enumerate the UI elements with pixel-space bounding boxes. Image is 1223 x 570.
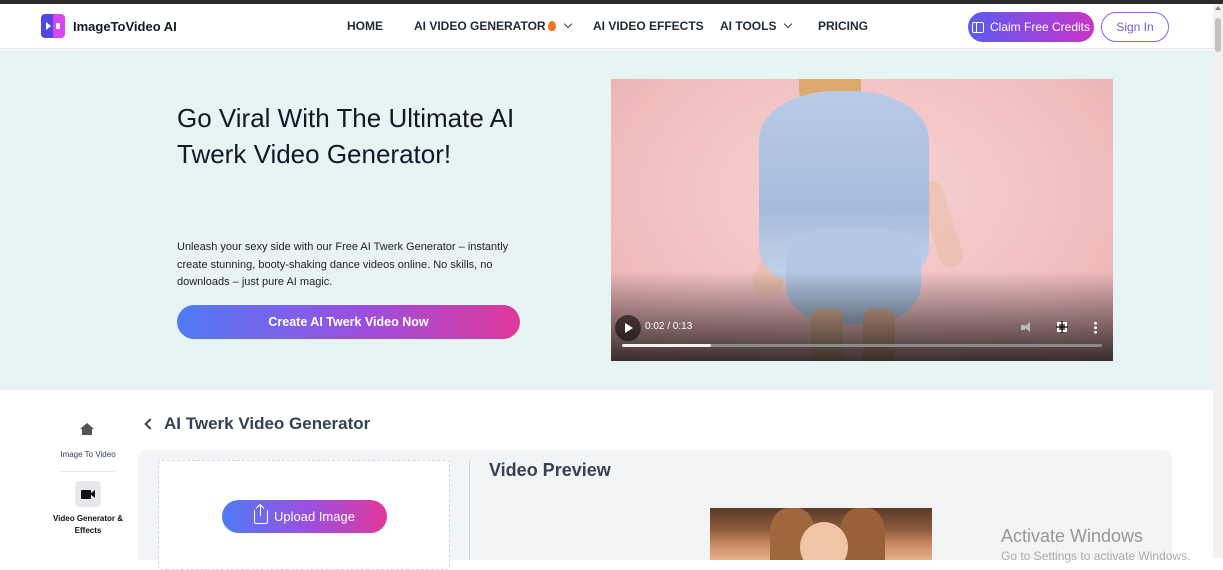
chevron-left-icon[interactable] <box>144 418 156 430</box>
nav-home[interactable]: HOME <box>347 19 383 33</box>
sidebar-divider <box>59 471 115 472</box>
nav-ai-tools[interactable]: AI TOOLS <box>720 19 793 33</box>
windows-activation-watermark: Activate Windows <box>1001 526 1144 546</box>
sidebar-item-video-generator-effects[interactable]: Video Generator & Effects <box>50 477 126 537</box>
hero-video-player[interactable]: 0:02 / 0:13 <box>611 79 1113 361</box>
scrollbar-thumb[interactable] <box>1215 18 1221 52</box>
volume-icon[interactable] <box>1021 321 1033 333</box>
windows-activation-subtitle: Go to Settings to activate Windows. <box>1001 549 1191 563</box>
play-icon[interactable] <box>615 315 641 341</box>
fire-icon <box>547 21 556 31</box>
fullscreen-icon[interactable] <box>1056 321 1068 333</box>
brand-name: ImageToVideo AI <box>73 18 177 34</box>
sidebar-item-image-to-video[interactable]: Image To Video <box>50 415 126 465</box>
chevron-down-icon <box>563 19 572 29</box>
nav-ai-video-effects[interactable]: AI VIDEO EFFECTS <box>593 19 704 33</box>
preview-image <box>710 508 932 560</box>
nav-pricing[interactable]: PRICING <box>818 19 868 33</box>
hero-description: Unleash your sexy side with our Free AI … <box>177 241 509 288</box>
hero-title: Go Viral With The Ultimate AI Twerk Vide… <box>177 103 515 169</box>
home-icon <box>80 423 94 435</box>
upload-icon <box>254 504 269 524</box>
breadcrumb[interactable]: AI Twerk Video Generator <box>143 414 370 434</box>
nav-ai-video-generator[interactable]: AI VIDEO GENERATOR <box>414 19 572 33</box>
panel-divider <box>469 460 470 560</box>
video-progress-bar[interactable] <box>622 344 1102 347</box>
page-scrollbar[interactable] <box>1213 4 1223 558</box>
chevron-down-icon <box>784 19 793 29</box>
claim-free-credits-button[interactable]: Claim Free Credits <box>968 12 1094 42</box>
hero-section: Go Viral With The Ultimate AI Twerk Vide… <box>0 50 1213 390</box>
brand-logo[interactable]: ImageToVideo AI <box>41 14 177 38</box>
create-twerk-video-button[interactable]: Create AI Twerk Video Now <box>177 305 520 339</box>
upload-dropzone[interactable]: Upload Image <box>158 460 450 570</box>
video-preview-title: Video Preview <box>489 460 611 480</box>
video-controls: 0:02 / 0:13 <box>611 315 1113 341</box>
gift-icon <box>971 21 984 33</box>
logo-icon <box>41 14 65 38</box>
video-progress-fill <box>622 344 711 347</box>
page-title: AI Twerk Video Generator <box>164 414 371 433</box>
scroll-up-arrow-icon[interactable] <box>1215 6 1221 10</box>
video-camera-icon <box>75 481 101 507</box>
video-time: 0:02 / 0:13 <box>645 321 693 332</box>
site-header: ImageToVideo AI HOME AI VIDEO GENERATOR … <box>0 4 1213 49</box>
sign-in-button[interactable]: Sign In <box>1101 12 1169 42</box>
more-options-icon[interactable] <box>1094 321 1097 334</box>
upload-image-button[interactable]: Upload Image <box>222 500 387 533</box>
